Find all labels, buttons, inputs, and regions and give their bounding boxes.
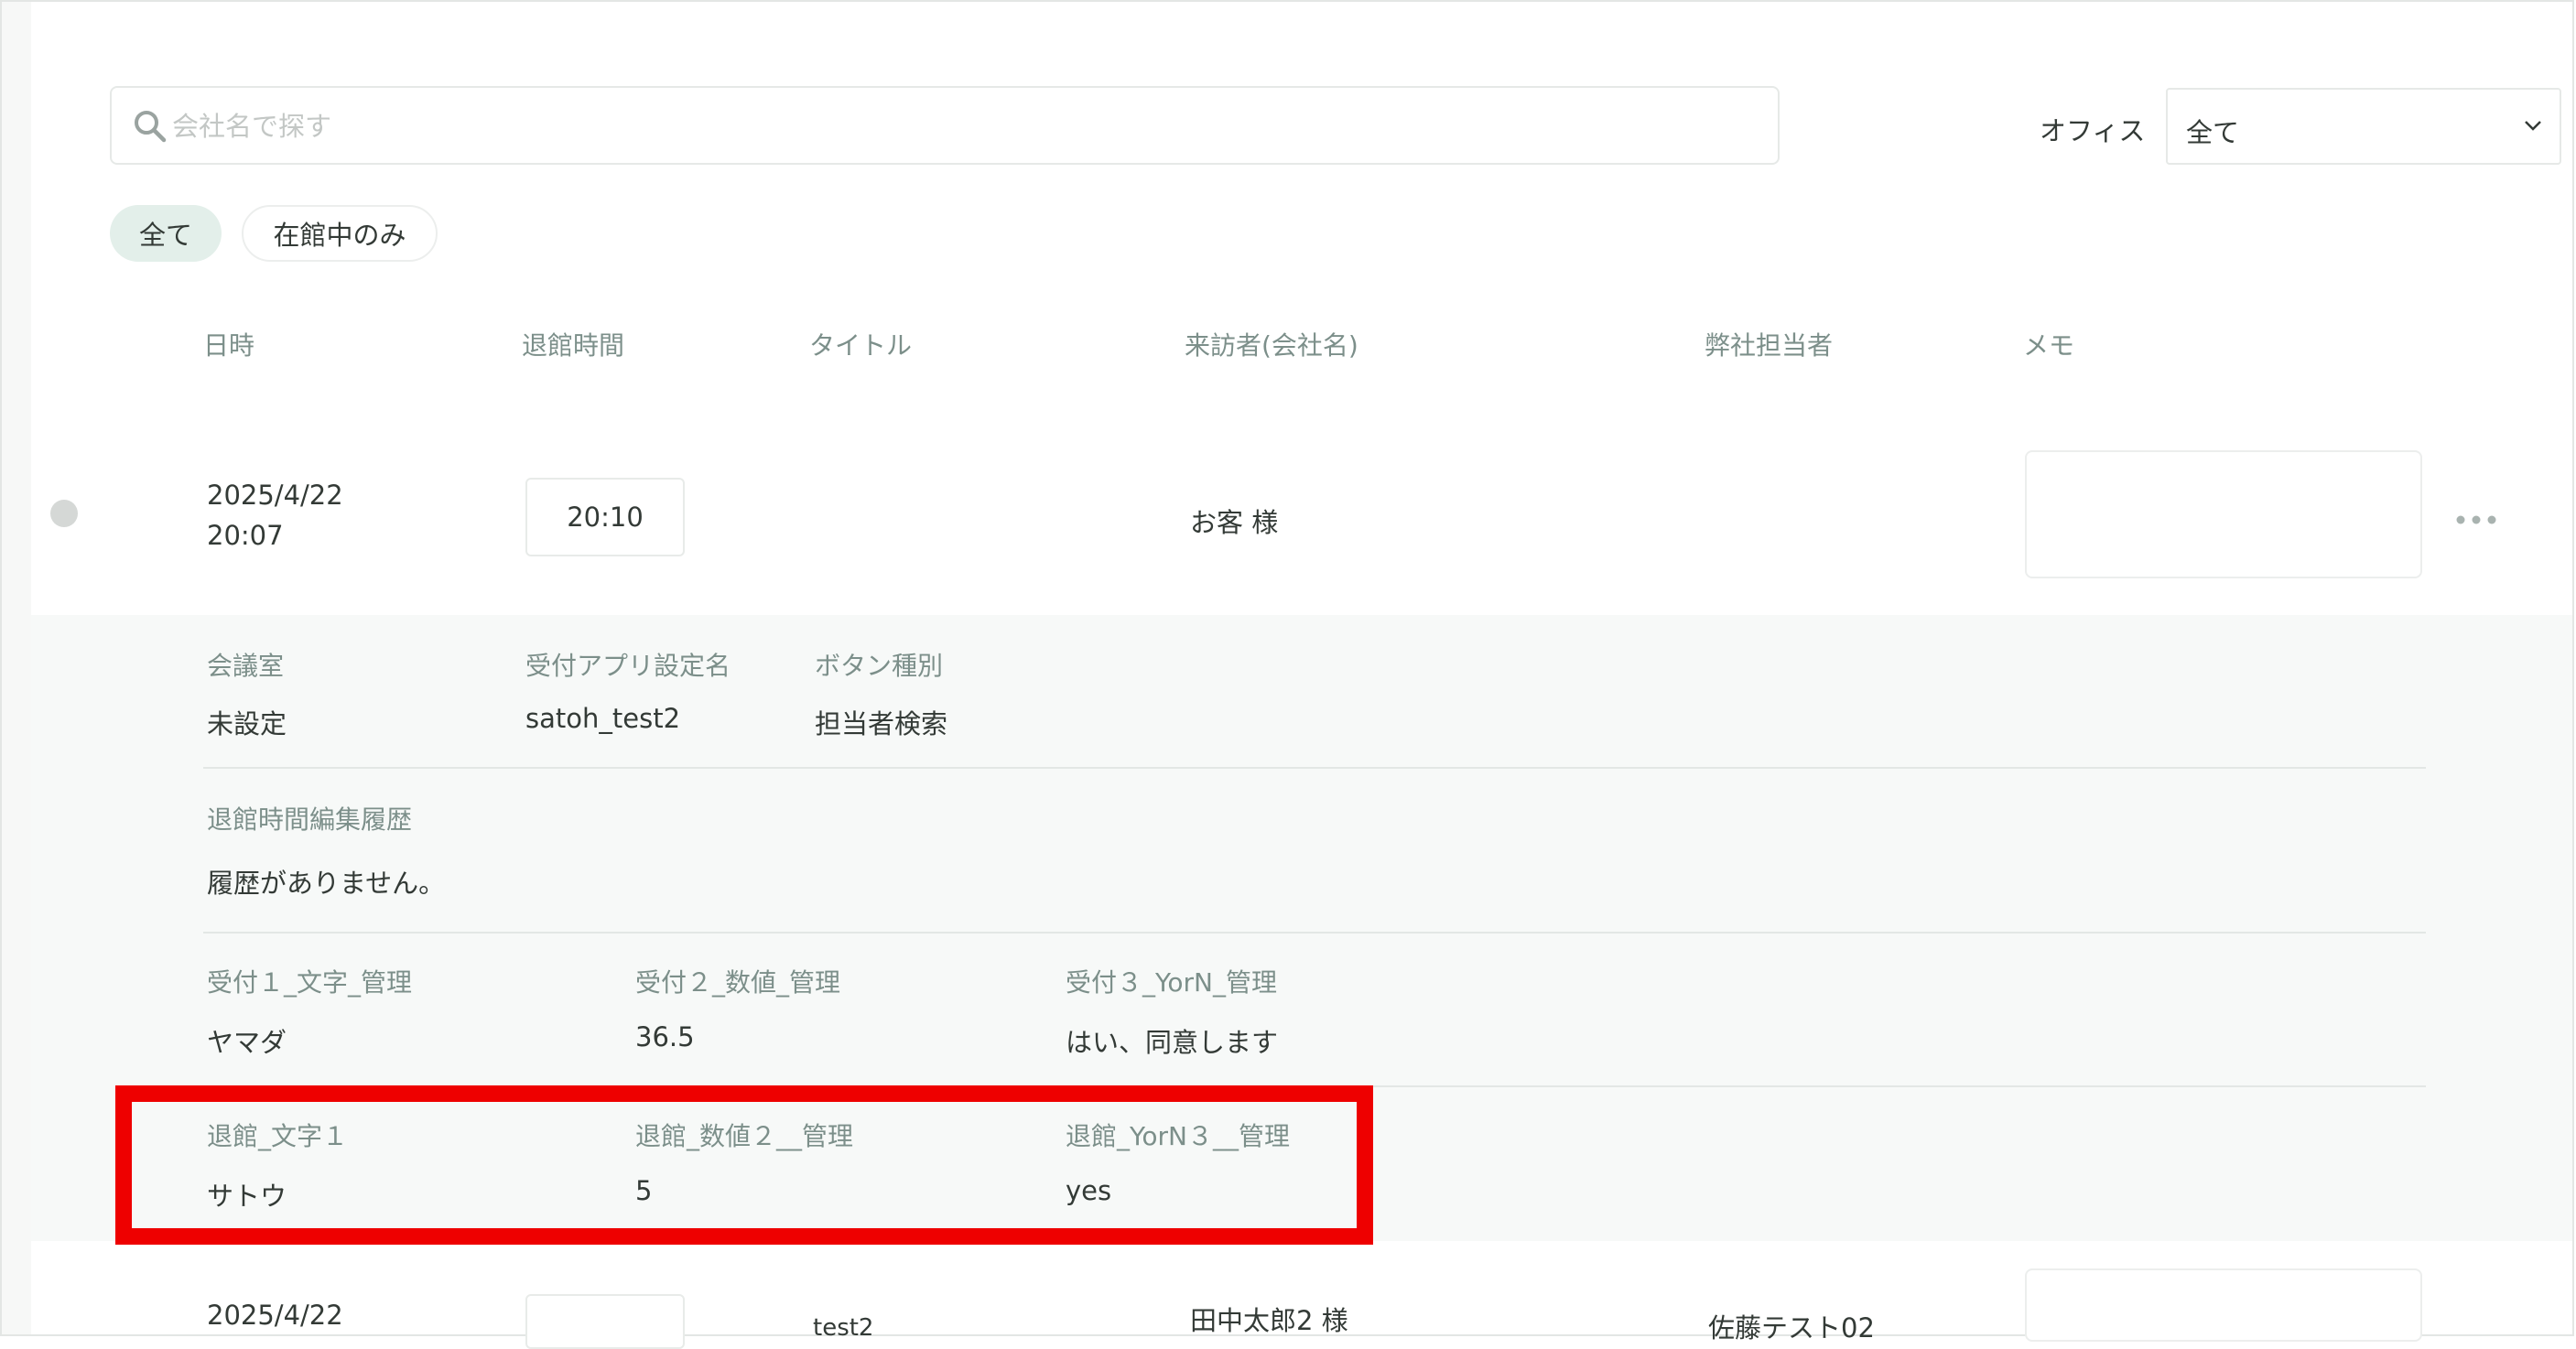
row-visitor: お客 様 bbox=[1190, 507, 1279, 538]
history-label: 退館時間編集履歴 bbox=[207, 804, 413, 835]
row-staff: 佐藤テスト02 bbox=[1708, 1312, 1875, 1344]
column-header-title[interactable]: タイトル bbox=[809, 326, 912, 362]
detail-divider bbox=[203, 932, 2426, 934]
reception-field-1-label: 受付１_文字_管理 bbox=[207, 967, 413, 998]
history-value: 履歴がありません。 bbox=[207, 868, 446, 899]
column-header-visitor[interactable]: 来訪者(会社名) bbox=[1185, 326, 1358, 362]
column-header-staff[interactable]: 弊社担当者 bbox=[1705, 326, 1833, 362]
row-date: 2025/4/22 bbox=[207, 480, 343, 511]
app-setting-label: 受付アプリ設定名 bbox=[525, 651, 731, 681]
button-type-value: 担当者検索 bbox=[815, 708, 948, 739]
filter-in-house-chip[interactable]: 在館中のみ bbox=[242, 205, 438, 262]
app-setting-value: satoh_test2 bbox=[525, 703, 681, 734]
search-input[interactable] bbox=[170, 88, 1730, 165]
reception-field-1-value: ヤマダ bbox=[207, 1027, 287, 1058]
office-select[interactable]: 全て bbox=[2166, 88, 2561, 165]
reception-field-3-label: 受付３_YorN_管理 bbox=[1066, 967, 1277, 998]
meeting-room-value: 未設定 bbox=[207, 708, 287, 739]
row-date: 2025/4/22 bbox=[207, 1300, 343, 1331]
more-options-icon[interactable] bbox=[2453, 509, 2499, 531]
search-icon bbox=[135, 111, 167, 143]
memo-input[interactable] bbox=[2025, 1268, 2422, 1342]
status-indicator bbox=[50, 500, 78, 527]
reception-field-3-value: はい、同意します bbox=[1066, 1027, 1279, 1058]
left-gutter bbox=[2, 2, 31, 1334]
memo-input[interactable] bbox=[2025, 450, 2422, 578]
reception-field-2-value: 36.5 bbox=[635, 1021, 695, 1052]
company-search[interactable] bbox=[110, 86, 1780, 165]
reception-field-2-label: 受付２_数値_管理 bbox=[635, 967, 841, 998]
office-selected-value: 全て bbox=[2186, 117, 2240, 148]
office-label: オフィス bbox=[2040, 115, 2146, 146]
column-header-checkout-time[interactable]: 退館時間 bbox=[522, 326, 624, 362]
column-header-datetime[interactable]: 日時 bbox=[203, 326, 254, 362]
detail-divider bbox=[203, 767, 2426, 769]
column-header-memo[interactable]: メモ bbox=[2023, 326, 2074, 362]
row-visitor: 田中太郎2 様 bbox=[1190, 1305, 1348, 1336]
highlight-box bbox=[115, 1085, 1373, 1245]
chevron-down-icon bbox=[2525, 121, 2541, 131]
row-time: 20:07 bbox=[207, 520, 284, 551]
checkout-time-input[interactable] bbox=[525, 1294, 685, 1349]
meeting-room-label: 会議室 bbox=[207, 651, 285, 681]
checkout-time-input[interactable]: 20:10 bbox=[525, 478, 685, 556]
filter-all-chip[interactable]: 全て bbox=[110, 205, 222, 262]
button-type-label: ボタン種別 bbox=[815, 651, 944, 681]
